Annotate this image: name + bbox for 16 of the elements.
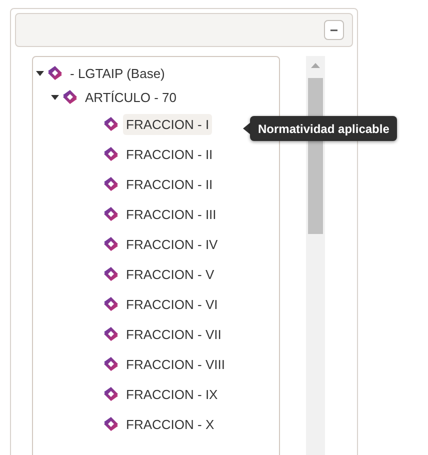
tree-item[interactable]: FRACCION - VIII bbox=[123, 354, 228, 374]
collapse-button[interactable]: − bbox=[324, 20, 344, 40]
caret-icon[interactable] bbox=[51, 93, 59, 101]
tree-item[interactable]: FRACCION - V bbox=[123, 264, 218, 284]
tree-item[interactable]: FRACCION - I bbox=[123, 114, 212, 134]
tree-item[interactable]: FRACCION - VII bbox=[123, 324, 224, 344]
tree-item[interactable]: FRACCION - II bbox=[123, 144, 216, 164]
tree-item[interactable]: FRACCION - IX bbox=[123, 384, 221, 404]
caret-icon[interactable] bbox=[36, 69, 44, 77]
tree-item[interactable]: FRACCION - II bbox=[123, 174, 216, 194]
tree-item[interactable]: FRACCION - III bbox=[123, 204, 220, 224]
tree-item[interactable]: FRACCION - IV bbox=[123, 234, 221, 254]
tree-item[interactable]: FRACCION - X bbox=[123, 414, 218, 434]
tree-item[interactable]: FRACCION - VI bbox=[123, 294, 221, 314]
tree-item[interactable]: ARTÍCULO - 70 bbox=[82, 86, 180, 108]
tree-item[interactable]: - LGTAIP (Base) bbox=[67, 62, 168, 84]
